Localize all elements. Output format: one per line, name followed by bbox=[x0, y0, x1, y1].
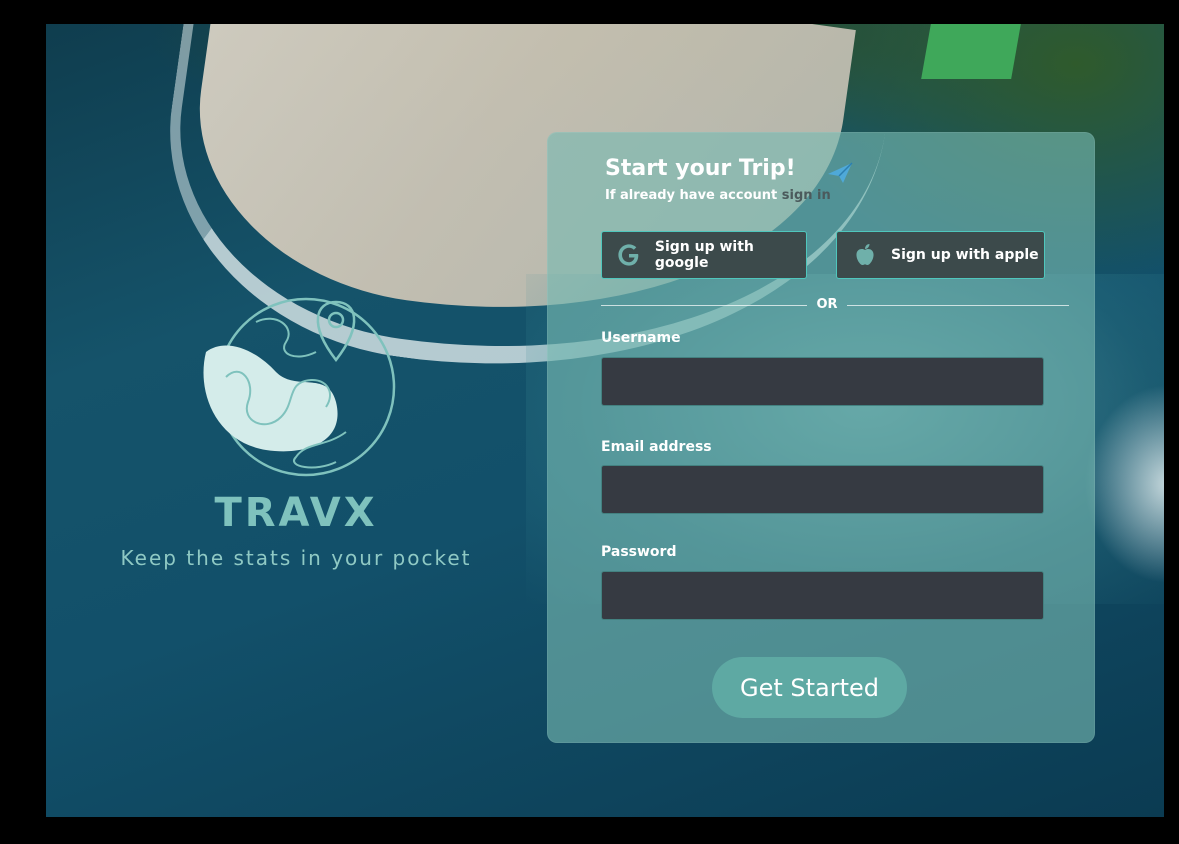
apple-button-label: Sign up with apple bbox=[891, 247, 1039, 263]
get-started-button[interactable]: Get Started bbox=[712, 657, 907, 718]
paper-plane-icon bbox=[828, 162, 853, 183]
subtitle-text: If already have account bbox=[605, 188, 778, 203]
hut-roof bbox=[921, 24, 1021, 79]
email-input[interactable] bbox=[601, 465, 1044, 514]
right-surf bbox=[1084, 384, 1164, 584]
form-subtitle: If already have account sign in bbox=[605, 188, 831, 203]
sign-in-link[interactable]: sign in bbox=[782, 188, 831, 203]
brand-tagline: Keep the stats in your pocket bbox=[120, 546, 472, 570]
username-input[interactable] bbox=[601, 357, 1044, 406]
google-signup-button[interactable]: Sign up with google bbox=[601, 231, 807, 279]
brand-name: TRAVX bbox=[214, 490, 378, 536]
divider-text: OR bbox=[816, 297, 838, 312]
apple-signup-button[interactable]: Sign up with apple bbox=[836, 231, 1045, 279]
username-label: Username bbox=[601, 330, 681, 346]
or-divider: OR bbox=[601, 297, 1069, 315]
email-label: Email address bbox=[601, 439, 712, 455]
password-label: Password bbox=[601, 544, 677, 560]
google-button-label: Sign up with google bbox=[654, 239, 754, 271]
apple-icon bbox=[851, 241, 879, 269]
signup-panel: Start your Trip! If already have account… bbox=[547, 132, 1095, 743]
globe-pin-logo bbox=[203, 297, 396, 477]
form-title: Start your Trip! bbox=[605, 156, 796, 181]
divider-line-left bbox=[601, 305, 807, 306]
google-icon bbox=[616, 241, 643, 269]
divider-line-right bbox=[847, 305, 1069, 306]
password-input[interactable] bbox=[601, 571, 1044, 620]
